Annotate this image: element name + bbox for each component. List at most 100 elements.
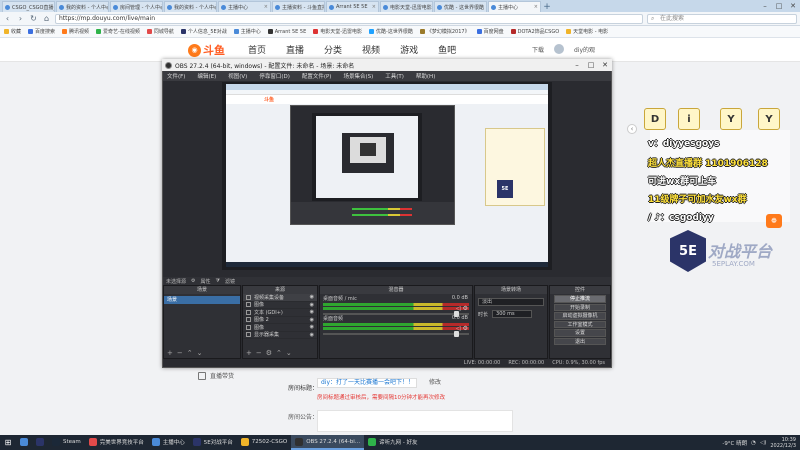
bookmark-item[interactable]: 百度网盘 [476, 28, 504, 35]
nav-item-4[interactable]: 游戏 [400, 43, 418, 56]
move-up-icon[interactable]: ⌃ [187, 349, 193, 357]
properties-button[interactable]: 属性 [201, 278, 211, 285]
eye-icon[interactable]: ◉ [310, 294, 314, 300]
maximize-icon[interactable]: □ [584, 59, 598, 71]
move-up-icon[interactable]: ⌃ [276, 349, 282, 357]
browser-tab[interactable]: 我的资料 - 个人中心 - 斗鱼× [56, 1, 109, 12]
bookmark-item[interactable]: DOTA2饰品CSGO [510, 28, 559, 35]
username[interactable]: diy的观 [574, 45, 595, 54]
taskbar-item[interactable]: Steam [48, 435, 85, 450]
obs-menu-item[interactable]: 编辑(E) [197, 72, 216, 80]
close-tab-icon[interactable]: × [372, 4, 376, 10]
close-tab-icon[interactable]: × [264, 4, 268, 10]
remove-icon[interactable]: − [177, 349, 183, 357]
source-item[interactable]: 显示器采集 ◉ [243, 332, 317, 339]
control-button-4[interactable]: 设置 [554, 329, 606, 337]
close-icon[interactable]: ✕ [598, 59, 612, 71]
browser-tab[interactable]: 房间管理 - 个人中心 - 斗鱼× [110, 1, 163, 12]
move-down-icon[interactable]: ⌄ [286, 349, 292, 357]
bookmark-item[interactable]: 同城导航 [146, 28, 174, 35]
taskbar-item[interactable] [32, 435, 48, 450]
clock[interactable]: 10:39 2022/12/3 [770, 437, 796, 449]
browser-tab[interactable]: Arrant 5E 5E × [326, 1, 379, 12]
bookmark-item[interactable]: 《梦幻模拟2017》 [419, 28, 470, 35]
minimize-icon[interactable]: – [758, 0, 772, 12]
close-icon[interactable]: ✕ [786, 0, 800, 12]
gear-icon[interactable]: ⚙ [191, 278, 195, 284]
volume-slider[interactable] [323, 331, 469, 337]
eye-icon[interactable]: ◉ [310, 317, 314, 323]
gear-icon[interactable]: ⚙ [266, 349, 272, 357]
back-icon[interactable]: ‹ [3, 14, 12, 23]
obs-menu-item[interactable]: 停靠窗口(D) [259, 72, 290, 80]
move-down-icon[interactable]: ⌄ [197, 349, 203, 357]
nav-item-1[interactable]: 直播 [286, 43, 304, 56]
taskbar-item[interactable]: 完美世界竞技平台 [85, 435, 148, 450]
edit-title-button[interactable]: 修改 [420, 378, 450, 388]
duration-input[interactable]: 300 ms [492, 310, 533, 318]
nav-item-2[interactable]: 分类 [324, 43, 342, 56]
network-icon[interactable]: ◔ [751, 440, 756, 446]
browser-search-input[interactable]: ⌕ 在此搜索 [647, 13, 797, 24]
taskbar-item[interactable]: 主播中心 [148, 435, 189, 450]
filters-button[interactable]: 滤镜 [225, 278, 235, 285]
browser-tab[interactable]: 我的资料 - 个人中心 - 斗鱼× [164, 1, 217, 12]
url-input[interactable]: https://mp.douyu.com/live/main [55, 13, 643, 24]
room-notice-input[interactable] [317, 410, 513, 432]
bookmark-item[interactable]: 爱奇艺-在线视频 [96, 28, 140, 35]
obs-menu-item[interactable]: 帮助(H) [416, 72, 435, 80]
gift-icon[interactable]: ❁ [766, 214, 782, 228]
home-icon[interactable]: ⌂ [42, 14, 51, 23]
control-button-3[interactable]: 工作室模式 [554, 320, 606, 328]
nav-item-5[interactable]: 鱼吧 [438, 43, 456, 56]
nav-item-3[interactable]: 视频 [362, 43, 380, 56]
add-icon[interactable]: + [246, 349, 252, 357]
obs-menu-item[interactable]: 工具(T) [385, 72, 404, 80]
bookmark-item[interactable]: Arrant 5E 5E [267, 29, 306, 35]
weather[interactable]: -9°C 晴朗 [722, 439, 747, 447]
avatar[interactable] [554, 44, 565, 54]
transition-select[interactable]: 淡出 [478, 298, 544, 306]
maximize-icon[interactable]: □ [772, 0, 786, 12]
control-button-1[interactable]: 开始录制 [554, 303, 606, 311]
control-button-0[interactable]: 停止推流 [554, 295, 606, 303]
filter-icon[interactable]: ⧩ [216, 278, 220, 284]
download-link[interactable]: 下载 [532, 45, 544, 54]
windows-start-icon[interactable]: ⊞ [0, 435, 16, 450]
taskbar-item[interactable]: OBS 27.2.4 (64-bi... [291, 435, 365, 450]
bookmark-item[interactable]: 主播中心 [233, 28, 261, 35]
obs-menu-item[interactable]: 文件(F) [167, 72, 185, 80]
bookmark-item[interactable]: 百度搜索 [28, 28, 55, 35]
browser-tab[interactable]: 主播资料 - 斗鱼直播平台× [272, 1, 325, 12]
forward-icon[interactable]: › [16, 14, 25, 23]
bookmark-item[interactable]: 电影天堂-迅雷电影 [313, 28, 362, 35]
browser-tab[interactable]: 电影天堂-迅雷电影× [380, 1, 433, 12]
speaker-gear-icon[interactable]: ◁ ⚙ [456, 325, 468, 332]
scene-item[interactable]: 场景 [164, 296, 240, 304]
browser-tab[interactable]: 主播中心 × [488, 1, 541, 12]
speaker-gear-icon[interactable]: ◁ ⚙ [456, 305, 468, 312]
side-entry-live-sales[interactable]: 直播带货 [198, 371, 234, 380]
bookmark-item[interactable]: 腾讯视频 [62, 28, 89, 35]
eye-icon[interactable]: ◉ [310, 302, 314, 308]
obs-menu-item[interactable]: 视图(V) [228, 72, 247, 80]
taskbar-item[interactable]: 谛听九网 - 好友 [364, 435, 421, 450]
bookmark-item[interactable]: 收藏 [4, 28, 21, 35]
douyu-logo[interactable]: ◉ 斗鱼 [188, 41, 228, 59]
close-tab-icon[interactable]: × [486, 4, 487, 10]
taskbar-item[interactable]: 72502-CSGO [237, 435, 291, 450]
browser-tab[interactable]: CSGO_CSGO直播_CSGO视频× [2, 1, 55, 12]
minimize-icon[interactable]: – [570, 59, 584, 71]
add-icon[interactable]: + [167, 349, 173, 357]
new-tab-icon[interactable]: + [542, 2, 552, 12]
obs-menu-item[interactable]: 配置文件(P) [302, 72, 332, 80]
eye-icon[interactable]: ◉ [310, 309, 314, 315]
taskbar-item[interactable]: 5E对战平台 [189, 435, 237, 450]
bookmark-item[interactable]: 优酷-这世界很酷 [369, 28, 413, 35]
bookmark-item[interactable]: 个人信息_5E对战 [180, 28, 227, 35]
control-button-5[interactable]: 退出 [554, 337, 606, 345]
taskbar-item[interactable] [16, 435, 32, 450]
control-button-2[interactable]: 启动虚拟摄像机 [554, 312, 606, 320]
eye-icon[interactable]: ◉ [310, 324, 314, 330]
browser-tab[interactable]: 主播中心 × [218, 1, 271, 12]
